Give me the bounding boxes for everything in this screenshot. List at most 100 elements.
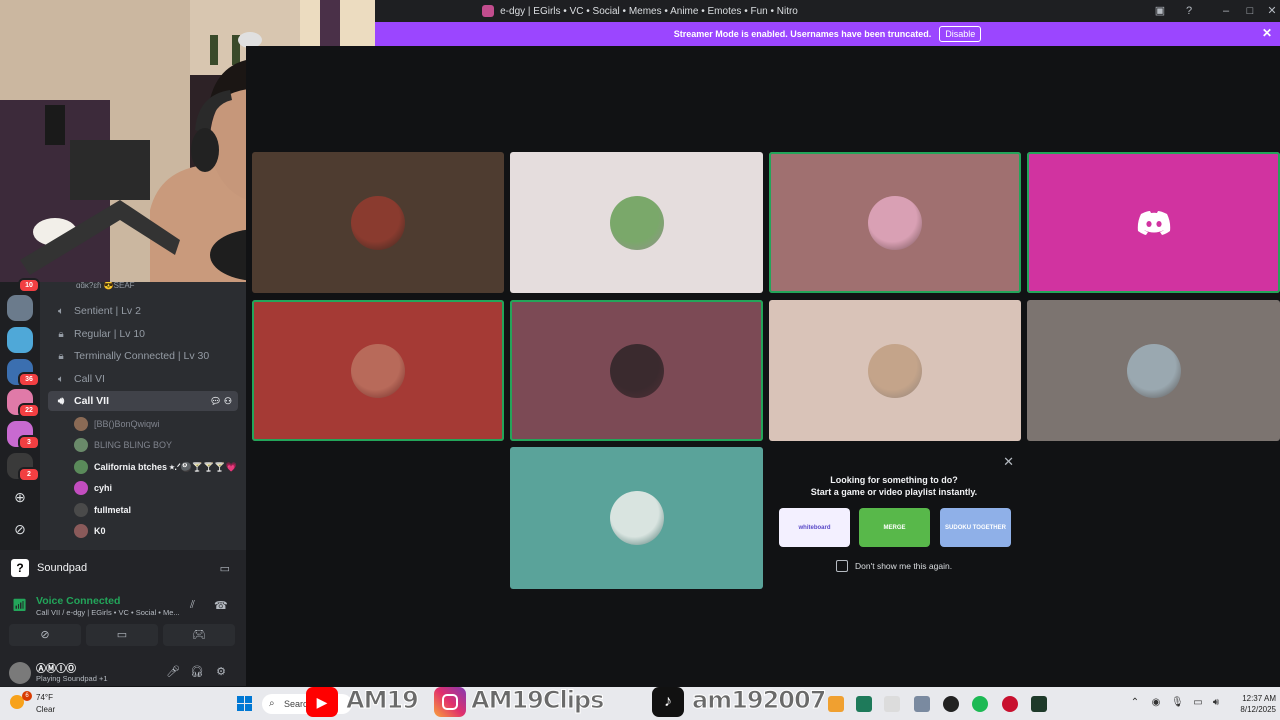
- taskbar-app-icon[interactable]: [1031, 696, 1047, 712]
- participant-tile[interactable]: [769, 300, 1021, 441]
- taskbar-app-icon[interactable]: [884, 696, 900, 712]
- participant-tile[interactable]: [769, 152, 1021, 293]
- camera-button[interactable]: ⊘: [9, 624, 81, 646]
- participant-tile[interactable]: [252, 300, 504, 441]
- banner-text: Streamer Mode is enabled. Usernames have…: [673, 29, 932, 39]
- youtube-icon: ▶: [306, 687, 338, 717]
- chat-icon[interactable]: 💬︎ ⚇: [210, 396, 232, 407]
- display-icon[interactable]: ▭: [1192, 697, 1204, 709]
- add-server-icon[interactable]: ⊕: [11, 488, 29, 506]
- soundpad-label: Soundpad: [37, 562, 88, 574]
- taskbar-app-icon[interactable]: [1002, 696, 1018, 712]
- activity-whiteboard[interactable]: whiteboard: [779, 508, 850, 547]
- tray-icon[interactable]: ◉: [1150, 697, 1162, 709]
- speaker-icon: 🔊︎: [57, 395, 65, 407]
- popup-heading: Looking for something to do?: [830, 475, 958, 485]
- minimize-button[interactable]: –: [1218, 3, 1234, 19]
- voice-user[interactable]: K0: [74, 521, 106, 541]
- participant-tile[interactable]: [1027, 300, 1280, 441]
- stream-overlay: ▶ AM19 AM19Clips ♪ am192007: [306, 684, 846, 720]
- overlay-handle: am192007: [691, 686, 826, 715]
- close-window-button[interactable]: ✕: [1264, 3, 1280, 19]
- explore-icon[interactable]: ⊘: [11, 520, 29, 538]
- voice-user[interactable]: BLING BLING BOY: [74, 435, 172, 455]
- speaker-icon: 🔈︎: [58, 305, 64, 317]
- activity-button[interactable]: 🎮︎: [163, 624, 235, 646]
- voice-user-name: California btches ⭑.ᐟ🎱🍸🍸🍸💗: [94, 461, 237, 472]
- activity-label: MERGE: [883, 524, 906, 531]
- taskbar-app-icon[interactable]: [914, 696, 930, 712]
- participant-tile[interactable]: [252, 152, 504, 293]
- dont-show-checkbox[interactable]: [836, 560, 848, 572]
- channel-label: Call VI: [74, 373, 105, 385]
- voice-user-name: K0: [94, 526, 106, 536]
- noise-suppression-icon[interactable]: ⫽: [190, 599, 195, 612]
- participant-tile[interactable]: [1027, 152, 1280, 293]
- channel-item-active[interactable]: 🔊︎ Call VII 💬︎ ⚇: [48, 391, 238, 411]
- avatar: [609, 491, 664, 545]
- close-icon[interactable]: ✕: [1262, 26, 1272, 40]
- avatar: [609, 195, 664, 250]
- help-icon[interactable]: ?: [1181, 3, 1197, 19]
- channel-item[interactable]: 🔒︎ Regular | Lv 10: [48, 324, 238, 344]
- taskbar-app-icon[interactable]: [856, 696, 872, 712]
- avatar: [868, 343, 922, 398]
- channel-item[interactable]: 🔈︎ Call VI: [48, 369, 238, 389]
- chevron-up-icon[interactable]: ⌃: [1129, 697, 1141, 709]
- clock-time: 12:37 AM: [1242, 694, 1276, 703]
- voice-status[interactable]: Voice Connected: [36, 595, 120, 607]
- avatar: [74, 438, 88, 452]
- disable-streamer-mode-button[interactable]: Disable: [939, 26, 982, 42]
- participant-tile[interactable]: [510, 447, 763, 589]
- server-icon[interactable]: [7, 295, 33, 321]
- mic-icon[interactable]: 🎤︎: [165, 664, 181, 680]
- participant-tile[interactable]: [510, 152, 763, 293]
- activity-label: whiteboard: [798, 524, 831, 531]
- avatar[interactable]: [9, 662, 31, 684]
- window-title: e-dgy | EGirls • VC • Social • Memes • A…: [500, 5, 798, 17]
- speaker-icon: 🔈︎: [58, 373, 64, 385]
- activity-sudoku[interactable]: SUDOKU TOGETHER: [940, 508, 1011, 547]
- inbox-icon[interactable]: ▣: [1152, 3, 1168, 19]
- weather-condition: Clear: [36, 705, 56, 714]
- gear-icon[interactable]: ⚙: [213, 664, 229, 680]
- clock[interactable]: 12:37 AM 8/12/2025: [1228, 693, 1276, 715]
- server-icon[interactable]: [7, 327, 33, 353]
- popup-title: Looking for something to do? Start a gam…: [768, 474, 1020, 498]
- voice-user[interactable]: fullmetal: [74, 500, 131, 520]
- activity-merge[interactable]: MERGE: [859, 508, 930, 547]
- avatar: [74, 503, 88, 517]
- instagram-icon: [434, 687, 466, 717]
- maximize-button[interactable]: □: [1242, 3, 1258, 19]
- lock-icon: 🔒︎: [58, 328, 64, 340]
- taskbar-app-icon[interactable]: [943, 696, 959, 712]
- channel-list: ɑɑ̃ĸ?ɛɦ 😎SEAF 🔈︎ Sentient | Lv 2 🔒︎ Regula…: [40, 282, 246, 550]
- screen-share-button[interactable]: ▭: [86, 624, 158, 646]
- voice-user[interactable]: California btches ⭑.ᐟ🎱🍸🍸🍸💗: [74, 457, 237, 477]
- overlay-handle: AM19Clips: [470, 686, 604, 715]
- volume-icon[interactable]: 🔊︎: [1210, 697, 1222, 709]
- username[interactable]: ⒶⓂⒾⓄ: [36, 660, 76, 675]
- participant-tile[interactable]: [510, 300, 763, 441]
- avatar: [1126, 343, 1181, 398]
- dont-show-label[interactable]: Don't show me this again.: [855, 560, 952, 572]
- channel-item[interactable]: 🔒︎ Terminally Connected | Lv 30: [48, 346, 238, 366]
- voice-user-name: [BB()BonQwiqwi: [94, 419, 160, 429]
- headphones-icon[interactable]: 🎧︎: [189, 664, 205, 680]
- avatar: [74, 460, 88, 474]
- streamer-mode-banner: Streamer Mode is enabled. Usernames have…: [375, 22, 1280, 46]
- voice-user[interactable]: cyhi: [74, 478, 112, 498]
- notification-badge: 10: [18, 278, 40, 293]
- windows-start-icon[interactable]: [237, 696, 252, 711]
- mic-icon[interactable]: 🎙︎: [1171, 697, 1184, 709]
- soundpad-row[interactable]: ? Soundpad ▭: [0, 550, 246, 586]
- spotify-icon[interactable]: [972, 696, 988, 712]
- voice-channel[interactable]: Call VII / e-dgy | EGirls • VC • Social …: [36, 608, 186, 617]
- screen-icon[interactable]: ▭: [220, 562, 230, 575]
- close-icon[interactable]: ✕: [1003, 454, 1014, 470]
- user-status: Playing Soundpad +1: [36, 674, 108, 683]
- disconnect-icon[interactable]: ☎︎: [214, 599, 228, 612]
- voice-user[interactable]: [BB()BonQwiqwi: [74, 414, 160, 434]
- channel-item[interactable]: 🔈︎ Sentient | Lv 2: [48, 301, 238, 321]
- avatar: [74, 417, 88, 431]
